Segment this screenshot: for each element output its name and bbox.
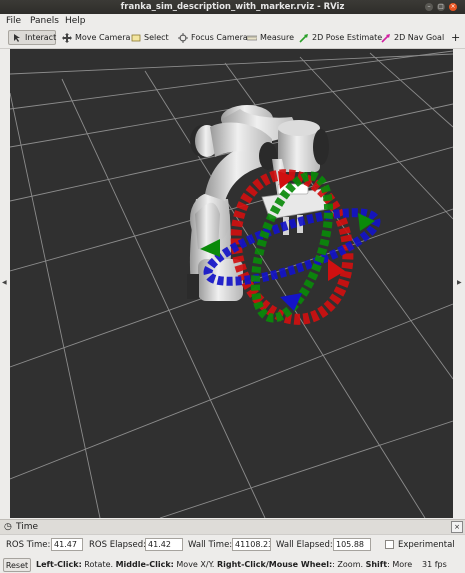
- 3d-render-viewport[interactable]: [10, 49, 453, 518]
- toolbar: Interact Move Camera Select Focus Camera…: [0, 28, 465, 49]
- fps-counter: 31 fps: [422, 560, 447, 569]
- panel-close-icon[interactable]: ×: [451, 521, 463, 533]
- interact-icon: [12, 33, 22, 43]
- tool-2d-pose-estimate[interactable]: 2D Pose Estimate: [296, 30, 382, 45]
- ros-elapsed-field[interactable]: 41.42: [145, 538, 183, 551]
- add-tool-button[interactable]: +: [448, 30, 462, 45]
- close-button[interactable]: ×: [449, 3, 457, 11]
- right-dock-handle[interactable]: ▶: [455, 49, 465, 518]
- menu-bar: File Panels Help: [0, 14, 465, 28]
- menu-panels[interactable]: Panels: [30, 16, 59, 26]
- wall-elapsed-label: Wall Elapsed:: [276, 540, 333, 550]
- wall-time-label: Wall Time:: [188, 540, 233, 550]
- reset-button[interactable]: Reset: [3, 558, 31, 572]
- time-panel-title: Time: [16, 522, 39, 532]
- title-bar: franka_sim_description_with_marker.rviz …: [0, 0, 465, 14]
- maximize-button[interactable]: □: [437, 3, 445, 11]
- left-dock-handle[interactable]: ◀: [0, 49, 9, 518]
- ros-time-field[interactable]: 41.47: [51, 538, 83, 551]
- mouse-hint-text: Left-Click: Rotate. Middle-Click: Move X…: [36, 560, 414, 569]
- minimize-button[interactable]: –: [425, 3, 433, 11]
- nav-goal-icon: [381, 33, 391, 43]
- tool-measure[interactable]: Measure: [244, 30, 294, 45]
- time-panel-header: ◷ Time ×: [0, 519, 465, 535]
- tool-2d-nav-goal[interactable]: 2D Nav Goal: [378, 30, 444, 45]
- tool-interact[interactable]: Interact: [8, 30, 56, 45]
- tool-select[interactable]: Select: [128, 30, 169, 45]
- status-bar: Reset Left-Click: Rotate. Middle-Click: …: [0, 556, 465, 573]
- ros-elapsed-label: ROS Elapsed:: [89, 540, 146, 550]
- time-panel: ROS Time: 41.47 ROS Elapsed: 41.42 Wall …: [0, 534, 465, 554]
- scene-canvas[interactable]: [10, 49, 453, 518]
- tool-move-camera[interactable]: Move Camera: [59, 30, 130, 45]
- pose-estimate-icon: [299, 33, 309, 43]
- move-camera-icon: [62, 32, 72, 43]
- window-title: franka_sim_description_with_marker.rviz …: [120, 2, 345, 12]
- tool-focus-camera[interactable]: Focus Camera: [175, 30, 248, 45]
- wall-elapsed-field[interactable]: 105.88: [333, 538, 371, 551]
- select-icon: [131, 33, 141, 43]
- menu-file[interactable]: File: [6, 16, 21, 26]
- focus-camera-icon: [178, 32, 188, 43]
- experimental-label: Experimental: [398, 540, 455, 550]
- measure-icon: [246, 33, 258, 43]
- experimental-checkbox[interactable]: [385, 540, 394, 549]
- wall-time-field[interactable]: 41108.23: [232, 538, 271, 551]
- ros-time-label: ROS Time:: [6, 540, 51, 550]
- clock-icon: ◷: [4, 522, 12, 532]
- menu-help[interactable]: Help: [65, 16, 86, 26]
